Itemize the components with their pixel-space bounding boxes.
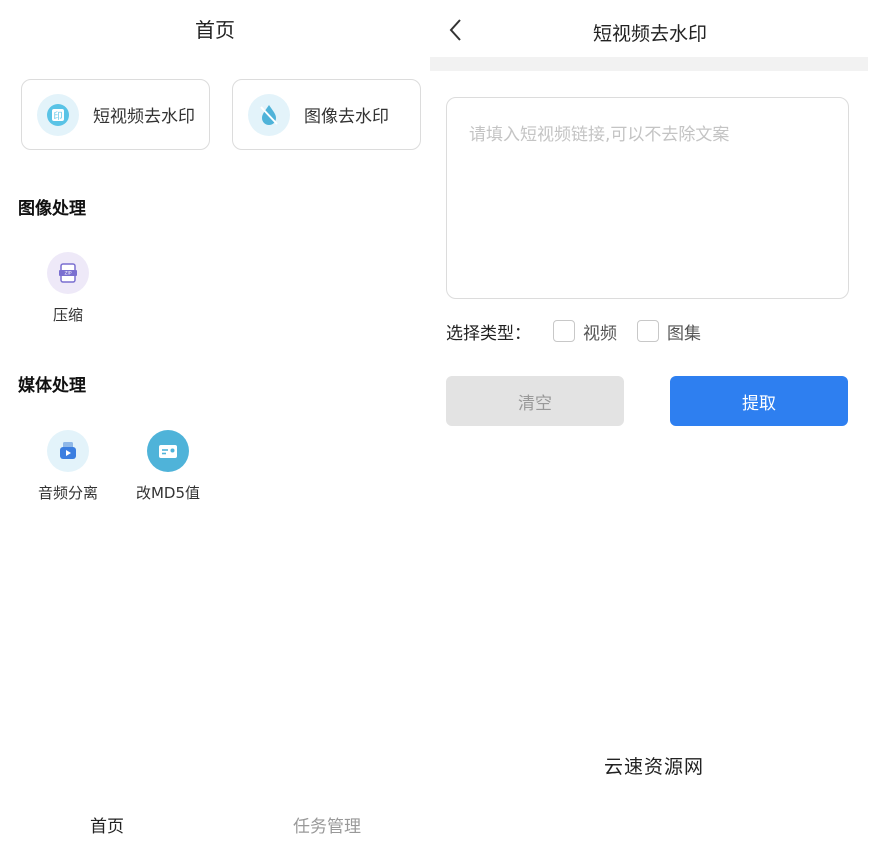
clear-button[interactable]: 清空 — [446, 376, 624, 426]
svg-text:ZIP: ZIP — [64, 271, 71, 277]
type-label: 选择类型： — [446, 323, 531, 344]
svg-text:印: 印 — [53, 110, 62, 122]
audio-split-icon — [47, 430, 89, 472]
video-link-input[interactable] — [446, 97, 849, 299]
compress-label: 压缩 — [52, 306, 83, 324]
zip-compress-icon: ZIP — [47, 252, 89, 294]
section-title-image: 图像处理 — [18, 199, 86, 219]
type-selector: 选择类型： 视频 图集 — [446, 317, 701, 345]
section-title-media: 媒体处理 — [18, 376, 86, 396]
video-type-checkbox[interactable] — [553, 320, 575, 342]
video-watermark-label: 短视频去水印 — [93, 107, 195, 127]
tab-home[interactable]: 首页 — [90, 812, 124, 837]
album-type-label: 图集 — [667, 323, 701, 344]
tab-task-management[interactable]: 任务管理 — [293, 812, 361, 837]
extract-button[interactable]: 提取 — [670, 376, 848, 426]
album-type-checkbox[interactable] — [637, 320, 659, 342]
image-watermark-label: 图像去水印 — [304, 107, 389, 127]
image-watermark-icon — [248, 93, 290, 136]
video-watermark-card[interactable]: 印 短视频去水印 — [21, 79, 210, 150]
page-title: 首页 — [195, 18, 235, 42]
video-type-label: 视频 — [583, 323, 617, 344]
md5-card-icon — [147, 430, 189, 472]
bottom-tabbar: 首页 任务管理 — [0, 812, 430, 840]
header-divider — [430, 57, 868, 71]
audio-split-tool[interactable]: 音频分离 — [23, 430, 113, 503]
home-screen: 首页 印 短视频去水印 图像去水印 图像处理 ZIP 压缩 媒体处理 音频分离 … — [0, 0, 430, 858]
compress-tool[interactable]: ZIP 压缩 — [23, 252, 113, 325]
image-watermark-card[interactable]: 图像去水印 — [232, 79, 421, 150]
md5-tool[interactable]: 改MD5值 — [123, 430, 213, 503]
audio-split-label: 音频分离 — [37, 484, 98, 502]
md5-label: 改MD5值 — [135, 484, 201, 502]
page-title: 短视频去水印 — [592, 23, 707, 45]
site-watermark-text: 云速资源网 — [604, 756, 705, 778]
video-watermark-icon: 印 — [37, 93, 79, 136]
video-watermark-screen: 短视频去水印 选择类型： 视频 图集 清空 提取 云速资源网 — [430, 0, 870, 858]
